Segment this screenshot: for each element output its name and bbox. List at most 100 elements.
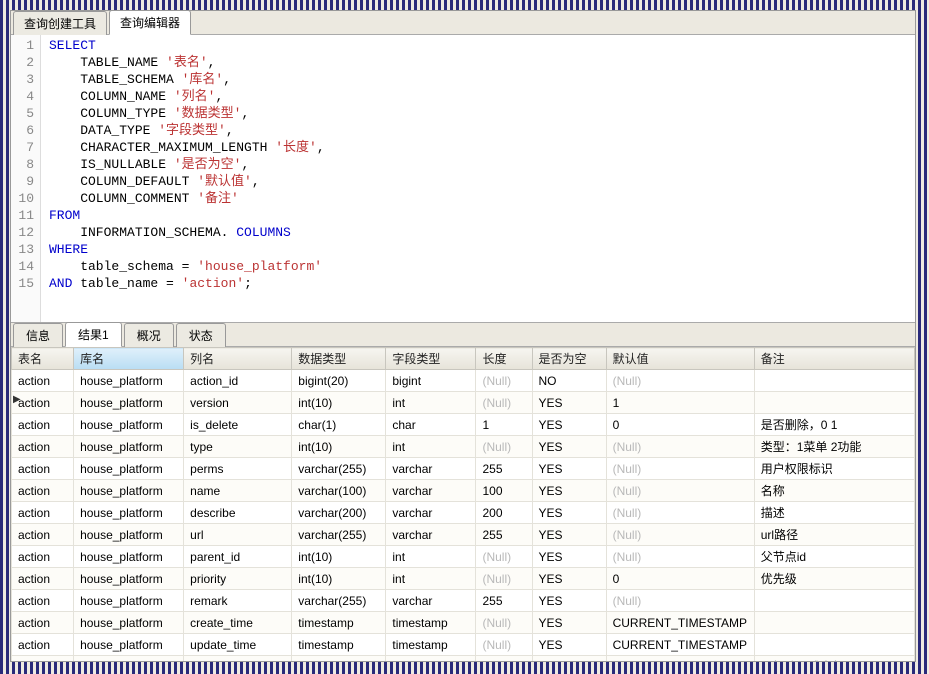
table-cell[interactable]: varchar(200) [292,502,386,524]
table-cell[interactable]: varchar [386,458,476,480]
table-cell[interactable] [754,634,914,656]
table-cell[interactable] [754,612,914,634]
table-cell[interactable]: name [184,480,292,502]
table-cell[interactable]: house_platform [74,392,184,414]
tab-query-editor[interactable]: 查询编辑器 [109,10,191,35]
table-cell[interactable]: action [12,392,74,414]
table-row[interactable]: actionhouse_platformdescribevarchar(200)… [12,502,915,524]
table-cell[interactable]: (Null) [606,370,754,392]
table-cell[interactable]: YES [532,546,606,568]
column-header[interactable]: 数据类型 [292,348,386,370]
table-cell[interactable]: (Null) [606,546,754,568]
table-cell[interactable]: house_platform [74,524,184,546]
table-cell[interactable]: char [386,414,476,436]
table-cell[interactable]: action [12,370,74,392]
table-cell[interactable]: YES [532,436,606,458]
table-cell[interactable]: action [12,480,74,502]
table-cell[interactable]: perms [184,458,292,480]
result-grid[interactable]: 表名库名列名数据类型字段类型长度是否为空默认值备注actionhouse_pla… [11,347,915,661]
table-cell[interactable]: update_time [184,634,292,656]
table-cell[interactable]: 名称 [754,480,914,502]
table-cell[interactable]: int [386,392,476,414]
table-cell[interactable]: 255 [476,524,532,546]
column-header[interactable]: 库名 [74,348,184,370]
sql-editor[interactable]: 123456789101112131415 SELECT TABLE_NAME … [11,35,915,323]
table-cell[interactable]: YES [532,502,606,524]
tab-state[interactable]: 状态 [176,323,226,347]
table-cell[interactable]: varchar [386,656,476,662]
table-cell[interactable]: (Null) [476,612,532,634]
table-cell[interactable]: action [12,634,74,656]
table-row[interactable]: actionhouse_platformis_deletechar(1)char… [12,414,915,436]
table-cell[interactable]: 255 [476,590,532,612]
table-cell[interactable]: (Null) [606,524,754,546]
tab-query-builder[interactable]: 查询创建工具 [13,11,107,35]
table-cell[interactable]: create_time [184,612,292,634]
result-grid-container[interactable]: ▶ 表名库名列名数据类型字段类型长度是否为空默认值备注actionhouse_p… [11,347,915,661]
table-cell[interactable]: int [386,546,476,568]
table-cell[interactable]: bigint(20) [292,370,386,392]
table-cell[interactable]: icon_path [184,656,292,662]
table-cell[interactable]: action [12,612,74,634]
table-cell[interactable]: int(10) [292,436,386,458]
table-cell[interactable]: 0 [606,414,754,436]
table-row[interactable]: actionhouse_platformnamevarchar(100)varc… [12,480,915,502]
table-cell[interactable]: YES [532,414,606,436]
table-cell[interactable]: (Null) [606,480,754,502]
table-cell[interactable]: action_id [184,370,292,392]
column-header[interactable]: 长度 [476,348,532,370]
column-header[interactable]: 表名 [12,348,74,370]
table-cell[interactable]: describe [184,502,292,524]
table-cell[interactable]: YES [532,590,606,612]
table-cell[interactable]: 父节点id [754,546,914,568]
table-cell[interactable]: (Null) [606,590,754,612]
table-cell[interactable]: 类型：1菜单 2功能 [754,436,914,458]
table-cell[interactable]: varchar(100) [292,480,386,502]
table-cell[interactable]: action [12,590,74,612]
tab-result1[interactable]: 结果1 [65,322,122,347]
table-row[interactable]: actionhouse_platformversionint(10)int(Nu… [12,392,915,414]
table-cell[interactable]: varchar(255) [292,656,386,662]
table-cell[interactable]: action [12,436,74,458]
table-cell[interactable]: house_platform [74,546,184,568]
table-cell[interactable]: remark [184,590,292,612]
table-cell[interactable]: YES [532,656,606,662]
table-cell[interactable]: varchar(255) [292,524,386,546]
table-cell[interactable]: 描述 [754,502,914,524]
table-cell[interactable]: YES [532,612,606,634]
table-cell[interactable]: varchar [386,502,476,524]
table-cell[interactable]: timestamp [292,634,386,656]
table-cell[interactable]: YES [532,458,606,480]
table-cell[interactable]: 1 [606,392,754,414]
table-cell[interactable]: (Null) [476,634,532,656]
table-cell[interactable]: 200 [476,502,532,524]
table-cell[interactable]: house_platform [74,590,184,612]
table-cell[interactable]: YES [532,568,606,590]
table-cell[interactable]: int(10) [292,392,386,414]
table-cell[interactable]: int(10) [292,568,386,590]
table-cell[interactable]: house_platform [74,458,184,480]
table-cell[interactable]: int(10) [292,546,386,568]
table-cell[interactable]: house_platform [74,414,184,436]
table-cell[interactable]: house_platform [74,480,184,502]
table-cell[interactable]: timestamp [386,634,476,656]
table-cell[interactable]: 图标路径或者标识 [754,656,914,662]
column-header[interactable]: 备注 [754,348,914,370]
table-cell[interactable]: (Null) [606,502,754,524]
table-cell[interactable]: house_platform [74,502,184,524]
table-cell[interactable]: priority [184,568,292,590]
table-cell[interactable]: url [184,524,292,546]
table-cell[interactable]: 用户权限标识 [754,458,914,480]
table-cell[interactable]: version [184,392,292,414]
table-cell[interactable]: timestamp [292,612,386,634]
table-row[interactable]: actionhouse_platformcreate_timetimestamp… [12,612,915,634]
table-cell[interactable]: 255 [476,656,532,662]
table-cell[interactable]: url路径 [754,524,914,546]
tab-info[interactable]: 信息 [13,323,63,347]
table-cell[interactable]: YES [532,480,606,502]
table-cell[interactable]: (Null) [606,458,754,480]
table-cell[interactable]: house_platform [74,436,184,458]
table-cell[interactable]: CURRENT_TIMESTAMP [606,612,754,634]
table-cell[interactable]: house_platform [74,656,184,662]
table-cell[interactable] [754,392,914,414]
